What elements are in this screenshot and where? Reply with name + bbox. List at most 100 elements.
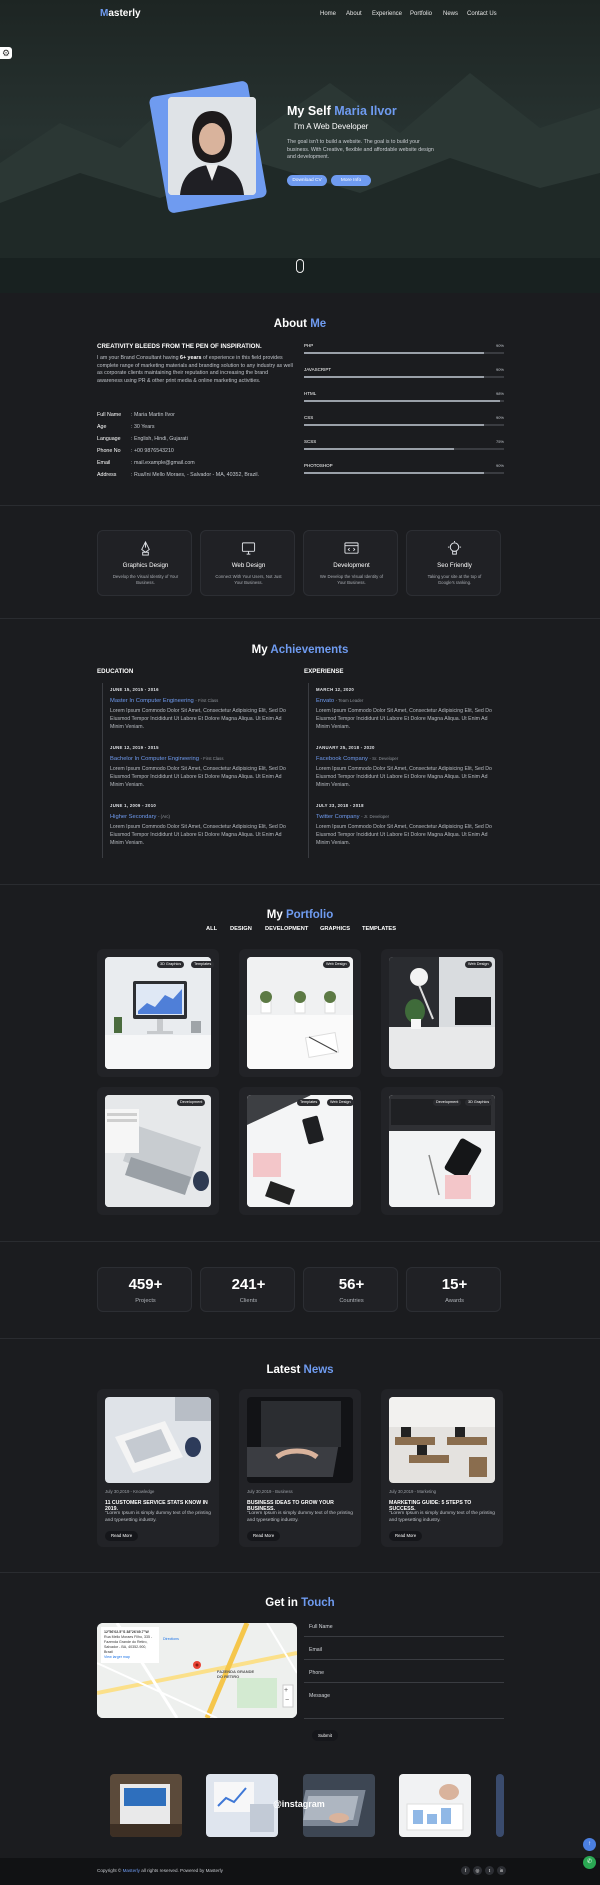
portfolio-tag[interactable]: Web Design xyxy=(323,961,350,968)
info-language: Language: English, Hindi, Gujarati xyxy=(97,436,188,442)
map-directions-link[interactable]: Directions xyxy=(163,1637,179,1641)
read-more-button[interactable]: Read More xyxy=(389,1531,423,1541)
news-card[interactable]: July 30,2019 - Knowledge 11 CUSTOMER SER… xyxy=(97,1389,219,1547)
instagram-photo[interactable] xyxy=(206,1774,278,1837)
mountain-background xyxy=(0,73,600,293)
tab-development[interactable]: DEVELOPMENT xyxy=(265,926,308,932)
section-divider xyxy=(0,884,600,885)
linkedin-icon[interactable]: in xyxy=(497,1866,506,1875)
service-card-graphics[interactable]: Graphics Design Develop the Visual Ident… xyxy=(97,530,192,596)
twitter-icon[interactable]: t xyxy=(485,1866,494,1875)
more-info-button[interactable]: More Info xyxy=(331,175,371,186)
service-desc: Connect With Your Users, Not Just Your B… xyxy=(215,574,282,585)
map-zoom-out-button[interactable]: − xyxy=(285,1697,289,1704)
about-title: About Me xyxy=(273,318,327,330)
portfolio-card[interactable]: Web Design xyxy=(239,949,361,1077)
portfolio-tag[interactable]: 3D Graphics xyxy=(465,1099,493,1106)
tab-graphics[interactable]: GRAPHICS xyxy=(320,926,350,932)
portfolio-tag[interactable]: Web Design xyxy=(327,1099,354,1106)
section-divider xyxy=(0,1338,600,1339)
settings-gear-icon[interactable]: ⚙ xyxy=(0,47,12,59)
footer: Copyright © Masterly all rights reserved… xyxy=(0,1858,600,1885)
news-card[interactable]: July 30,2019 - Marketing MARKETING GUIDE… xyxy=(381,1389,503,1547)
instagram-photo[interactable] xyxy=(399,1774,471,1837)
service-desc: We Develop the Visual Identity of Your B… xyxy=(319,574,384,585)
service-title: Graphics Design xyxy=(122,562,169,569)
instagram-icon[interactable]: ◎ xyxy=(473,1866,482,1875)
info-age: Age: 30 Years xyxy=(97,424,155,430)
portfolio-image xyxy=(247,957,353,1069)
phone-field[interactable]: Phone xyxy=(304,1666,504,1683)
stat-countries: 56+ Countries xyxy=(303,1267,398,1312)
about-text: I am your Brand Consultant having 6+ yea… xyxy=(97,355,293,384)
portfolio-tag[interactable]: 3D Graphics xyxy=(157,961,185,968)
service-title: Web Design xyxy=(231,562,266,569)
education-item: JUNE 1, 2009 - 2010 Higher Secondary - (… xyxy=(110,803,286,846)
service-card-seo[interactable]: Seo Friendly Taking your site at the top… xyxy=(406,530,501,596)
instagram-label[interactable]: @instagram xyxy=(273,1799,325,1809)
pen-tool-icon xyxy=(141,541,150,556)
nav-contact[interactable]: Contact Us xyxy=(467,11,497,17)
submit-button[interactable]: Submit xyxy=(312,1730,339,1741)
about-heading: CREATIVITY BLEEDS FROM THE PEN OF INSPIR… xyxy=(97,343,262,350)
instagram-photo[interactable] xyxy=(110,1774,182,1837)
nav-portfolio[interactable]: Portfolio xyxy=(410,11,432,17)
portfolio-tag[interactable]: Development xyxy=(433,1099,462,1106)
portfolio-card[interactable]: Web Design xyxy=(381,949,503,1077)
news-meta: July 30,2019 - Business xyxy=(247,1489,293,1494)
portfolio-tag[interactable]: Templates xyxy=(191,961,215,968)
portfolio-tag[interactable]: Development xyxy=(177,1099,206,1106)
tab-design[interactable]: DESIGN xyxy=(230,926,252,932)
read-more-button[interactable]: Read More xyxy=(105,1531,139,1541)
experience-item: JULY 23, 2018 - 2018 Twitter Company - J… xyxy=(316,803,492,846)
info-email: Email: mail.example@gmail.com xyxy=(97,460,195,466)
instagram-photo[interactable] xyxy=(496,1774,504,1837)
nav-home[interactable]: Home xyxy=(320,11,336,17)
profile-photo xyxy=(168,97,256,195)
whatsapp-icon[interactable]: ✆ xyxy=(583,1856,596,1869)
education-label: EDUCATION xyxy=(97,668,134,675)
brand-logo[interactable]: Masterly xyxy=(100,8,141,19)
hero-title: My Self Maria Ilvor xyxy=(287,104,397,118)
news-image xyxy=(389,1397,495,1483)
news-card[interactable]: July 30,2019 - Business BUSINESS IDEAS T… xyxy=(239,1389,361,1547)
nav-experience[interactable]: Experience xyxy=(372,11,402,17)
portfolio-image xyxy=(389,957,495,1069)
portfolio-card[interactable]: Templates Web Design xyxy=(239,1087,361,1215)
facebook-icon[interactable]: f xyxy=(461,1866,470,1875)
section-divider xyxy=(0,1572,600,1573)
map-zoom-in-button[interactable]: + xyxy=(284,1687,288,1694)
nav-about[interactable]: About xyxy=(346,11,362,17)
stat-awards: 15+ Awards xyxy=(406,1267,501,1312)
email-field[interactable]: Email xyxy=(304,1643,504,1660)
back-to-top-icon[interactable]: ↑ xyxy=(583,1838,596,1851)
portfolio-tag[interactable]: Web Design xyxy=(465,961,492,968)
contact-title: Get in Touch xyxy=(265,1597,335,1609)
portfolio-tag[interactable]: Templates xyxy=(297,1099,321,1106)
portfolio-title: My Portfolio xyxy=(266,909,334,921)
download-cv-button[interactable]: Download CV xyxy=(287,175,327,186)
experience-item: JANUARY 25, 2018 - 2020 Facebook Company… xyxy=(316,745,492,788)
hero-subtitle: I'm A Web Developer xyxy=(294,122,369,131)
service-card-web-design[interactable]: Web Design Connect With Your Users, Not … xyxy=(200,530,295,596)
service-card-development[interactable]: Development We Develop the Visual Identi… xyxy=(303,530,398,596)
tab-templates[interactable]: TEMPLATES xyxy=(362,926,396,932)
portfolio-image xyxy=(105,957,211,1069)
portfolio-card[interactable]: Development xyxy=(97,1087,219,1215)
full-name-field[interactable]: Full Name xyxy=(304,1620,504,1637)
map-place-label: FAZENDA GRANDE DO RETIRO xyxy=(217,1669,255,1679)
portfolio-card[interactable]: Development 3D Graphics xyxy=(381,1087,503,1215)
experience-label: EXPERIENSE xyxy=(304,668,344,675)
map-larger-link[interactable]: View larger map xyxy=(104,1655,156,1660)
message-field[interactable]: Message xyxy=(304,1689,504,1719)
info-address: Address: Rua/Ini Mello Moraes, - Salvado… xyxy=(97,472,260,478)
location-map[interactable]: 12°56'02.5"S 38°26'49.7"W Rua Mello Mora… xyxy=(97,1623,297,1718)
portfolio-card[interactable]: 3D Graphics Templates xyxy=(97,949,219,1077)
news-excerpt: "Lorem Ipsum is simply dummy text of the… xyxy=(389,1511,495,1523)
tab-all[interactable]: ALL xyxy=(206,926,217,932)
hero-section: Masterly Home About Experience Portfolio… xyxy=(0,0,600,293)
read-more-button[interactable]: Read More xyxy=(247,1531,281,1541)
nav-news[interactable]: News xyxy=(443,11,458,17)
scroll-down-icon[interactable] xyxy=(296,259,304,273)
experience-timeline-line xyxy=(308,683,309,858)
